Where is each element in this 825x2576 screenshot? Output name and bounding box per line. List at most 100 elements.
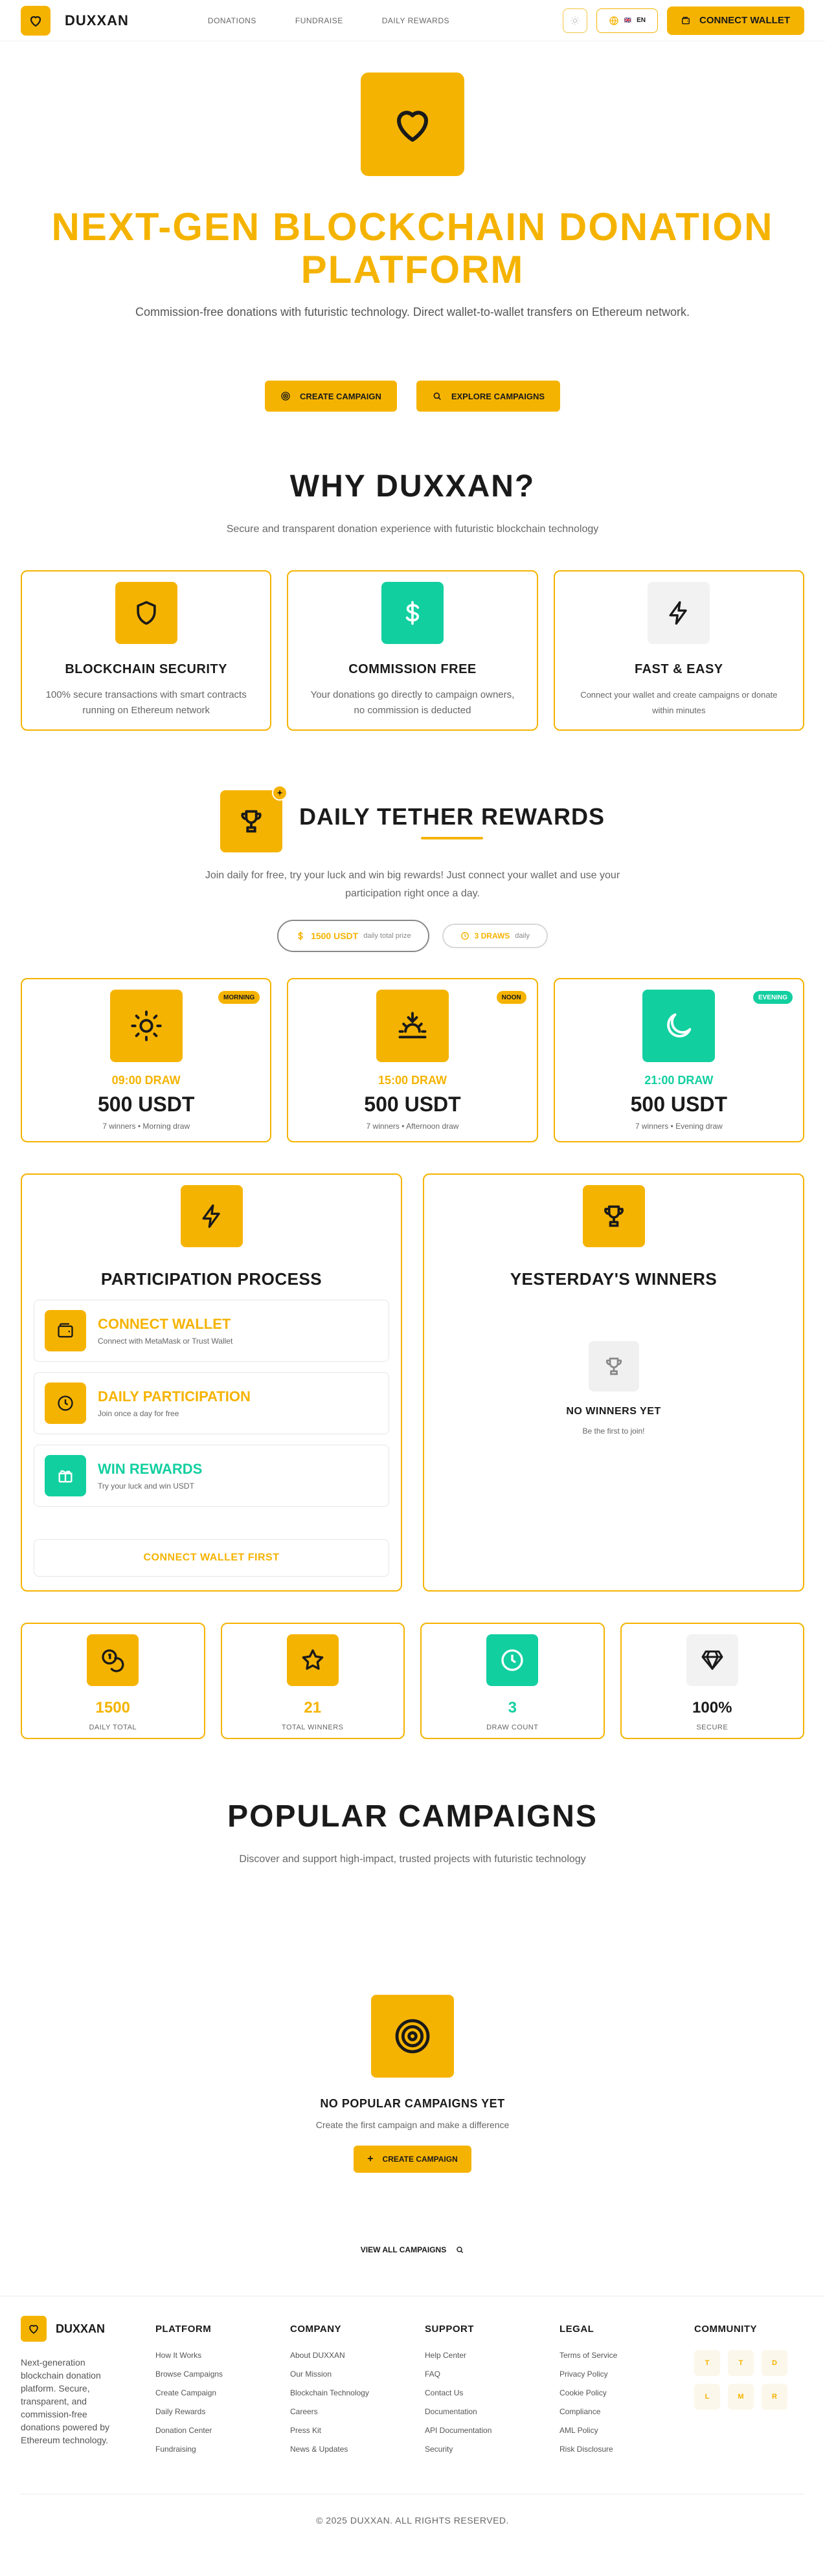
lightning-icon: [180, 1185, 243, 1247]
language-button[interactable]: 🇬🇧 EN: [596, 8, 658, 33]
why-subtitle: Secure and transparent donation experien…: [226, 524, 599, 535]
footer-link[interactable]: Privacy Policy: [559, 2370, 694, 2378]
nav-fundraise[interactable]: FUNDRAISE: [295, 16, 343, 25]
target-icon: [281, 392, 290, 401]
footer-link[interactable]: API Documentation: [425, 2426, 559, 2434]
process-step: WIN REWARDS Try your luck and win USDT: [34, 1445, 389, 1507]
step-title: WIN REWARDS: [98, 1461, 203, 1477]
rewards-title: DAILY TETHER REWARDS: [299, 803, 605, 830]
theme-toggle-button[interactable]: [562, 8, 587, 33]
footer-link[interactable]: Compliance: [559, 2408, 694, 2415]
draw-count-pill: 3 DRAWS daily: [442, 924, 548, 948]
footer-column: PLATFORM How It Works Browse Campaigns C…: [155, 2316, 290, 2464]
footer-link[interactable]: Terms of Service: [559, 2351, 694, 2359]
footer-link[interactable]: Blockchain Technology: [290, 2389, 425, 2397]
daily-prize-value: 1500 USDT: [311, 931, 359, 941]
star-icon: [286, 1634, 339, 1686]
draw-amount: 500 USDT: [97, 1093, 195, 1116]
stat-card: 100% SECURE: [620, 1623, 804, 1739]
social-link-icon[interactable]: D: [762, 2350, 787, 2376]
logo-icon[interactable]: [21, 5, 51, 36]
footer-link[interactable]: Careers: [290, 2408, 425, 2415]
feature-text: Connect your wallet and create campaigns…: [580, 690, 778, 715]
footer-link[interactable]: How It Works: [155, 2351, 290, 2359]
shield-icon: [115, 582, 177, 644]
social-link-icon[interactable]: T: [694, 2350, 720, 2376]
footer-column-title: COMPANY: [290, 2324, 342, 2335]
social-link-icon[interactable]: R: [762, 2384, 787, 2410]
footer-link[interactable]: Contact Us: [425, 2389, 559, 2397]
explore-campaigns-label: EXPLORE CAMPAIGNS: [451, 391, 545, 401]
copyright: © 2025 DUXXAN. ALL RIGHTS RESERVED.: [21, 2494, 804, 2526]
footer-link[interactable]: Browse Campaigns: [155, 2370, 290, 2378]
hero-subtitle: Commission-free donations with futuristi…: [135, 305, 690, 318]
community-column: COMMUNITY T T D L M R: [694, 2316, 798, 2464]
wallet-icon: [45, 1310, 86, 1351]
hero-title: NEXT-GEN BLOCKCHAIN DONATION PLATFORM: [51, 205, 774, 291]
brand-name[interactable]: DUXXAN: [65, 12, 129, 29]
draw-tag: NOON: [496, 991, 526, 1004]
community-title: COMMUNITY: [694, 2324, 757, 2335]
footer-link[interactable]: About DUXXAN: [290, 2351, 425, 2359]
footer-link[interactable]: Daily Rewards: [155, 2408, 290, 2415]
connect-wallet-button[interactable]: CONNECT WALLET: [667, 6, 804, 35]
draw-card-noon: NOON 15:00 DRAW 500 USDT 7 winners • Aft…: [287, 978, 538, 1142]
no-campaigns-subtitle: Create the first campaign and make a dif…: [315, 2120, 510, 2130]
footer: DUXXAN Next-generation blockchain donati…: [0, 2296, 825, 2526]
footer-link[interactable]: News & Updates: [290, 2445, 425, 2453]
campaigns-section: POPULAR CAMPAIGNS Discover and support h…: [0, 1799, 825, 2263]
social-link-icon[interactable]: M: [728, 2384, 754, 2410]
create-campaign-button[interactable]: + CREATE CAMPAIGN: [354, 2146, 471, 2173]
stat-label: DAILY TOTAL: [89, 1724, 137, 1731]
footer-link[interactable]: Documentation: [425, 2408, 559, 2415]
footer-link[interactable]: Cookie Policy: [559, 2389, 694, 2397]
create-campaign-button[interactable]: CREATE CAMPAIGN: [264, 381, 397, 412]
no-winners-subtitle: Be the first to join!: [582, 1427, 645, 1436]
footer-link[interactable]: Create Campaign: [155, 2389, 290, 2397]
clock-icon: [45, 1382, 86, 1424]
footer-link[interactable]: Help Center: [425, 2351, 559, 2359]
coins-icon: [87, 1634, 139, 1686]
stat-label: TOTAL WINNERS: [281, 1724, 344, 1731]
draw-amount: 500 USDT: [630, 1093, 728, 1116]
step-text: Join once a day for free: [98, 1409, 179, 1418]
stat-card: 3 DRAW COUNT: [420, 1623, 605, 1739]
footer-link[interactable]: Our Mission: [290, 2370, 425, 2378]
header: DUXXAN DONATIONS FUNDRAISE DAILY REWARDS…: [0, 0, 825, 41]
nav-donations[interactable]: DONATIONS: [208, 16, 256, 25]
footer-link[interactable]: Donation Center: [155, 2426, 290, 2434]
explore-campaigns-button[interactable]: EXPLORE CAMPAIGNS: [416, 381, 561, 412]
sparkle-icon: [271, 785, 288, 801]
participation-card: PARTICIPATION PROCESS CONNECT WALLET Con…: [21, 1173, 402, 1592]
step-title: DAILY PARTICIPATION: [98, 1388, 251, 1405]
footer-brand: DUXXAN: [56, 2322, 106, 2335]
footer-link[interactable]: FAQ: [425, 2370, 559, 2378]
diamond-icon: [686, 1634, 738, 1686]
footer-link[interactable]: Risk Disclosure: [559, 2445, 694, 2453]
stat-value: 100%: [692, 1699, 732, 1716]
social-link-icon[interactable]: L: [694, 2384, 720, 2410]
footer-link[interactable]: Press Kit: [290, 2426, 425, 2434]
view-all-label: VIEW ALL CAMPAIGNS: [360, 2245, 447, 2254]
draw-time: 15:00 DRAW: [378, 1074, 447, 1087]
footer-link[interactable]: Security: [425, 2445, 559, 2453]
connect-wallet-first-button[interactable]: CONNECT WALLET FIRST: [34, 1539, 389, 1577]
view-all-campaigns-button[interactable]: VIEW ALL CAMPAIGNS: [354, 2236, 471, 2263]
daily-prize-pill: 1500 USDT daily total prize: [277, 920, 429, 952]
sun-icon: [571, 16, 580, 25]
feature-card: COMMISSION FREE Your donations go direct…: [287, 570, 538, 731]
footer-link[interactable]: AML Policy: [559, 2426, 694, 2434]
rewards-section: DAILY TETHER REWARDS Join daily for free…: [0, 785, 825, 1739]
stat-value: 1500: [95, 1699, 130, 1716]
social-link-icon[interactable]: T: [728, 2350, 754, 2376]
connect-wallet-label: CONNECT WALLET: [699, 15, 790, 26]
create-campaign-label: CREATE CAMPAIGN: [299, 391, 381, 401]
dollar-icon: [298, 931, 303, 940]
lightning-icon: [648, 582, 710, 644]
clock-icon: [460, 932, 469, 940]
why-title: WHY DUXXAN?: [289, 469, 536, 504]
footer-link[interactable]: Fundraising: [155, 2445, 290, 2453]
draw-time: 21:00 DRAW: [644, 1074, 714, 1087]
nav-daily-rewards[interactable]: DAILY REWARDS: [382, 16, 449, 25]
process-step: CONNECT WALLET Connect with MetaMask or …: [34, 1300, 389, 1362]
